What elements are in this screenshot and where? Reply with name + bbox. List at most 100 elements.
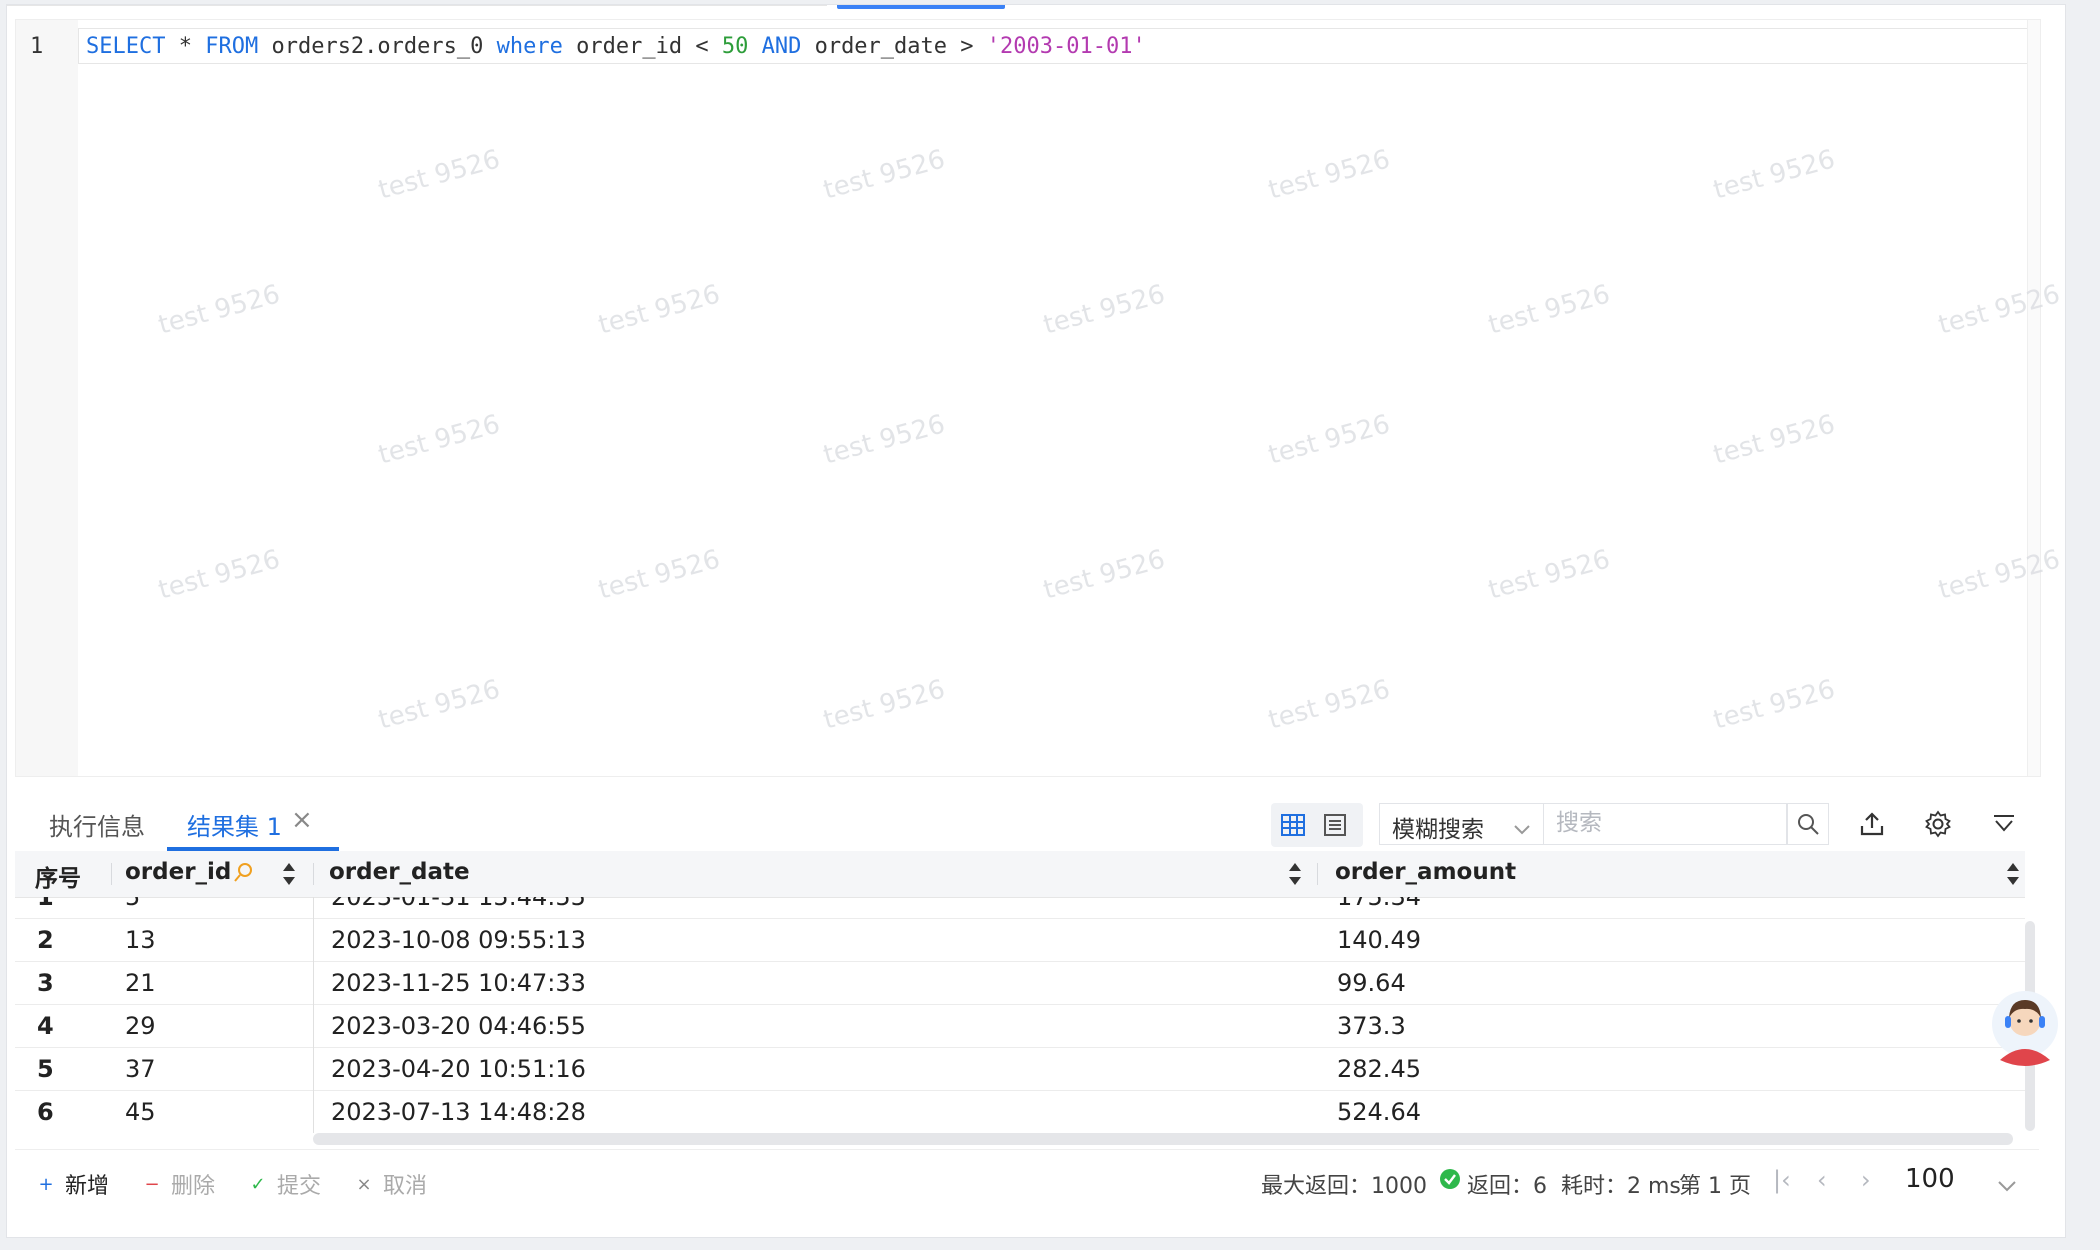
cell-order-id[interactable]: 29 <box>125 1012 156 1040</box>
returned-count-text: 返回：6 <box>1467 1174 1547 1199</box>
cell-order-amount[interactable]: 373.3 <box>1337 1012 1406 1040</box>
sql-keyword: FROM <box>205 34 259 59</box>
cell-order-id[interactable]: 5 <box>125 897 140 911</box>
cell-order-id[interactable]: 21 <box>125 969 156 997</box>
page-number-text: 第 1 页 <box>1679 1174 1751 1199</box>
max-return-text: 最大返回：1000 <box>1261 1174 1427 1199</box>
search-icon[interactable] <box>1787 803 1829 845</box>
cell-index: 4 <box>37 1012 54 1040</box>
grid-view-icon[interactable] <box>1277 809 1309 841</box>
top-border <box>7 5 827 6</box>
column-header-order-id[interactable]: order_id <box>125 859 231 885</box>
sort-icon[interactable] <box>2005 861 2021 891</box>
search-mode-value: 模糊搜索 <box>1392 817 1484 843</box>
cell-order-amount[interactable]: 175.34 <box>1337 897 1421 911</box>
cell-order-id[interactable]: 13 <box>125 926 156 954</box>
assistant-avatar[interactable] <box>1990 988 2060 1068</box>
add-row-button[interactable]: + 新增 <box>37 1168 109 1200</box>
line-gutter: 1 <box>16 20 78 776</box>
grid-header: 序号 order_id order_date order_amount <box>15 851 2025 898</box>
sql-string: '2003-01-01' <box>986 34 1146 59</box>
column-separator <box>111 863 112 885</box>
collapse-panel-icon[interactable] <box>1983 803 2025 845</box>
chevron-down-icon[interactable] <box>1997 1170 2017 1198</box>
search-mode-select[interactable]: 模糊搜索 <box>1379 803 1543 845</box>
horizontal-scrollbar[interactable] <box>313 1133 2013 1145</box>
app-window: 1 SELECT * FROM orders2.orders_0 where o… <box>6 4 2066 1238</box>
column-header-order-date[interactable]: order_date <box>329 859 470 885</box>
delete-row-label: 删除 <box>171 1174 216 1199</box>
view-mode-toggle <box>1271 803 1363 847</box>
sql-table-name: orders2.orders_0 <box>258 34 497 59</box>
cancel-button[interactable]: × 取消 <box>355 1168 427 1200</box>
sql-keyword: where <box>496 34 563 59</box>
cell-order-amount[interactable]: 282.45 <box>1337 1055 1421 1083</box>
sql-text: order_date > <box>801 34 987 59</box>
cell-order-date[interactable]: 2023-03-20 04:46:55 <box>331 1012 586 1040</box>
cancel-label: 取消 <box>383 1174 428 1199</box>
check-icon: ✓ <box>250 1173 266 1195</box>
result-footer: + 新增 − 删除 ✓ 提交 × 取消 最大返回：1000 返回：6 耗时：2 ms 第… <box>15 1149 2039 1210</box>
table-row[interactable]: 4 29 2023-03-20 04:46:55 373.3 <box>15 1004 2025 1048</box>
table-row[interactable]: 1 5 2023-01-31 15:44:55 175.34 <box>15 897 2025 919</box>
sort-icon[interactable] <box>281 861 297 891</box>
table-row[interactable]: 5 37 2023-04-20 10:51:16 282.45 <box>15 1047 2025 1091</box>
prev-page-icon[interactable]: ‹ <box>1817 1166 1827 1194</box>
sql-text: order_id < <box>562 34 722 59</box>
sql-editor[interactable]: 1 SELECT * FROM orders2.orders_0 where o… <box>15 19 2041 777</box>
sql-number: 50 <box>721 34 749 59</box>
form-view-icon[interactable] <box>1319 809 1351 841</box>
active-query-tab-indicator <box>837 5 1005 9</box>
export-icon[interactable] <box>1851 803 1893 845</box>
cell-index: 5 <box>37 1055 54 1083</box>
key-search-icon[interactable] <box>233 861 255 887</box>
cell-order-date[interactable]: 2023-01-31 15:44:55 <box>331 897 586 911</box>
cell-index: 2 <box>37 926 54 954</box>
column-divider <box>313 897 314 1133</box>
tab-result-set-1[interactable]: 结果集 1 <box>187 807 282 842</box>
add-row-label: 新增 <box>65 1174 110 1199</box>
cell-order-amount[interactable]: 140.49 <box>1337 926 1421 954</box>
success-icon <box>1439 1168 1461 1196</box>
first-page-icon[interactable]: |‹ <box>1773 1166 1791 1194</box>
cell-order-date[interactable]: 2023-07-13 14:48:28 <box>331 1098 586 1126</box>
sql-keyword: AND <box>761 34 802 59</box>
close-icon: × <box>356 1173 372 1195</box>
cell-index: 3 <box>37 969 54 997</box>
cell-order-date[interactable]: 2023-10-08 09:55:13 <box>331 926 586 954</box>
cell-order-date[interactable]: 2023-04-20 10:51:16 <box>331 1055 586 1083</box>
gear-icon[interactable] <box>1917 803 1959 845</box>
line-number: 1 <box>30 34 44 59</box>
tab-execution-info[interactable]: 执行信息 <box>49 807 145 842</box>
grid-body: 1 5 2023-01-31 15:44:55 175.34 2 13 2023… <box>15 897 2025 1133</box>
close-tab-icon[interactable]: × <box>291 805 313 835</box>
elapsed-time-text: 耗时：2 ms <box>1561 1174 1681 1199</box>
table-row[interactable]: 3 21 2023-11-25 10:47:33 99.64 <box>15 961 2025 1005</box>
cell-index: 1 <box>37 897 54 911</box>
page-size-select[interactable]: 100 <box>1905 1164 1955 1194</box>
column-header-order-amount[interactable]: order_amount <box>1335 859 1516 885</box>
result-panel: 执行信息 结果集 1 × 模糊搜索 搜索 序号 order_id order_d… <box>15 789 2039 1209</box>
cell-order-amount[interactable]: 524.64 <box>1337 1098 1421 1126</box>
cell-index: 6 <box>37 1098 54 1126</box>
column-separator <box>313 863 314 885</box>
delete-row-button[interactable]: − 删除 <box>143 1168 215 1200</box>
cell-order-amount[interactable]: 99.64 <box>1337 969 1406 997</box>
cell-order-date[interactable]: 2023-11-25 10:47:33 <box>331 969 586 997</box>
plus-icon: + <box>38 1173 54 1195</box>
table-row[interactable]: 6 45 2023-07-13 14:48:28 524.64 <box>15 1090 2025 1133</box>
minus-icon: − <box>144 1173 160 1195</box>
sort-icon[interactable] <box>1287 861 1303 891</box>
sql-code-line[interactable]: SELECT * FROM orders2.orders_0 where ord… <box>86 34 1146 59</box>
editor-scrollbar[interactable] <box>2027 20 2040 776</box>
search-box <box>1543 803 1788 845</box>
cell-order-id[interactable]: 45 <box>125 1098 156 1126</box>
column-header-index: 序号 <box>35 866 81 892</box>
next-page-icon[interactable]: › <box>1861 1166 1871 1194</box>
cell-order-id[interactable]: 37 <box>125 1055 156 1083</box>
search-input[interactable] <box>1544 804 1788 842</box>
submit-button[interactable]: ✓ 提交 <box>249 1168 321 1200</box>
table-row[interactable]: 2 13 2023-10-08 09:55:13 140.49 <box>15 918 2025 962</box>
result-tabs: 执行信息 结果集 1 × 模糊搜索 <box>15 789 2039 851</box>
